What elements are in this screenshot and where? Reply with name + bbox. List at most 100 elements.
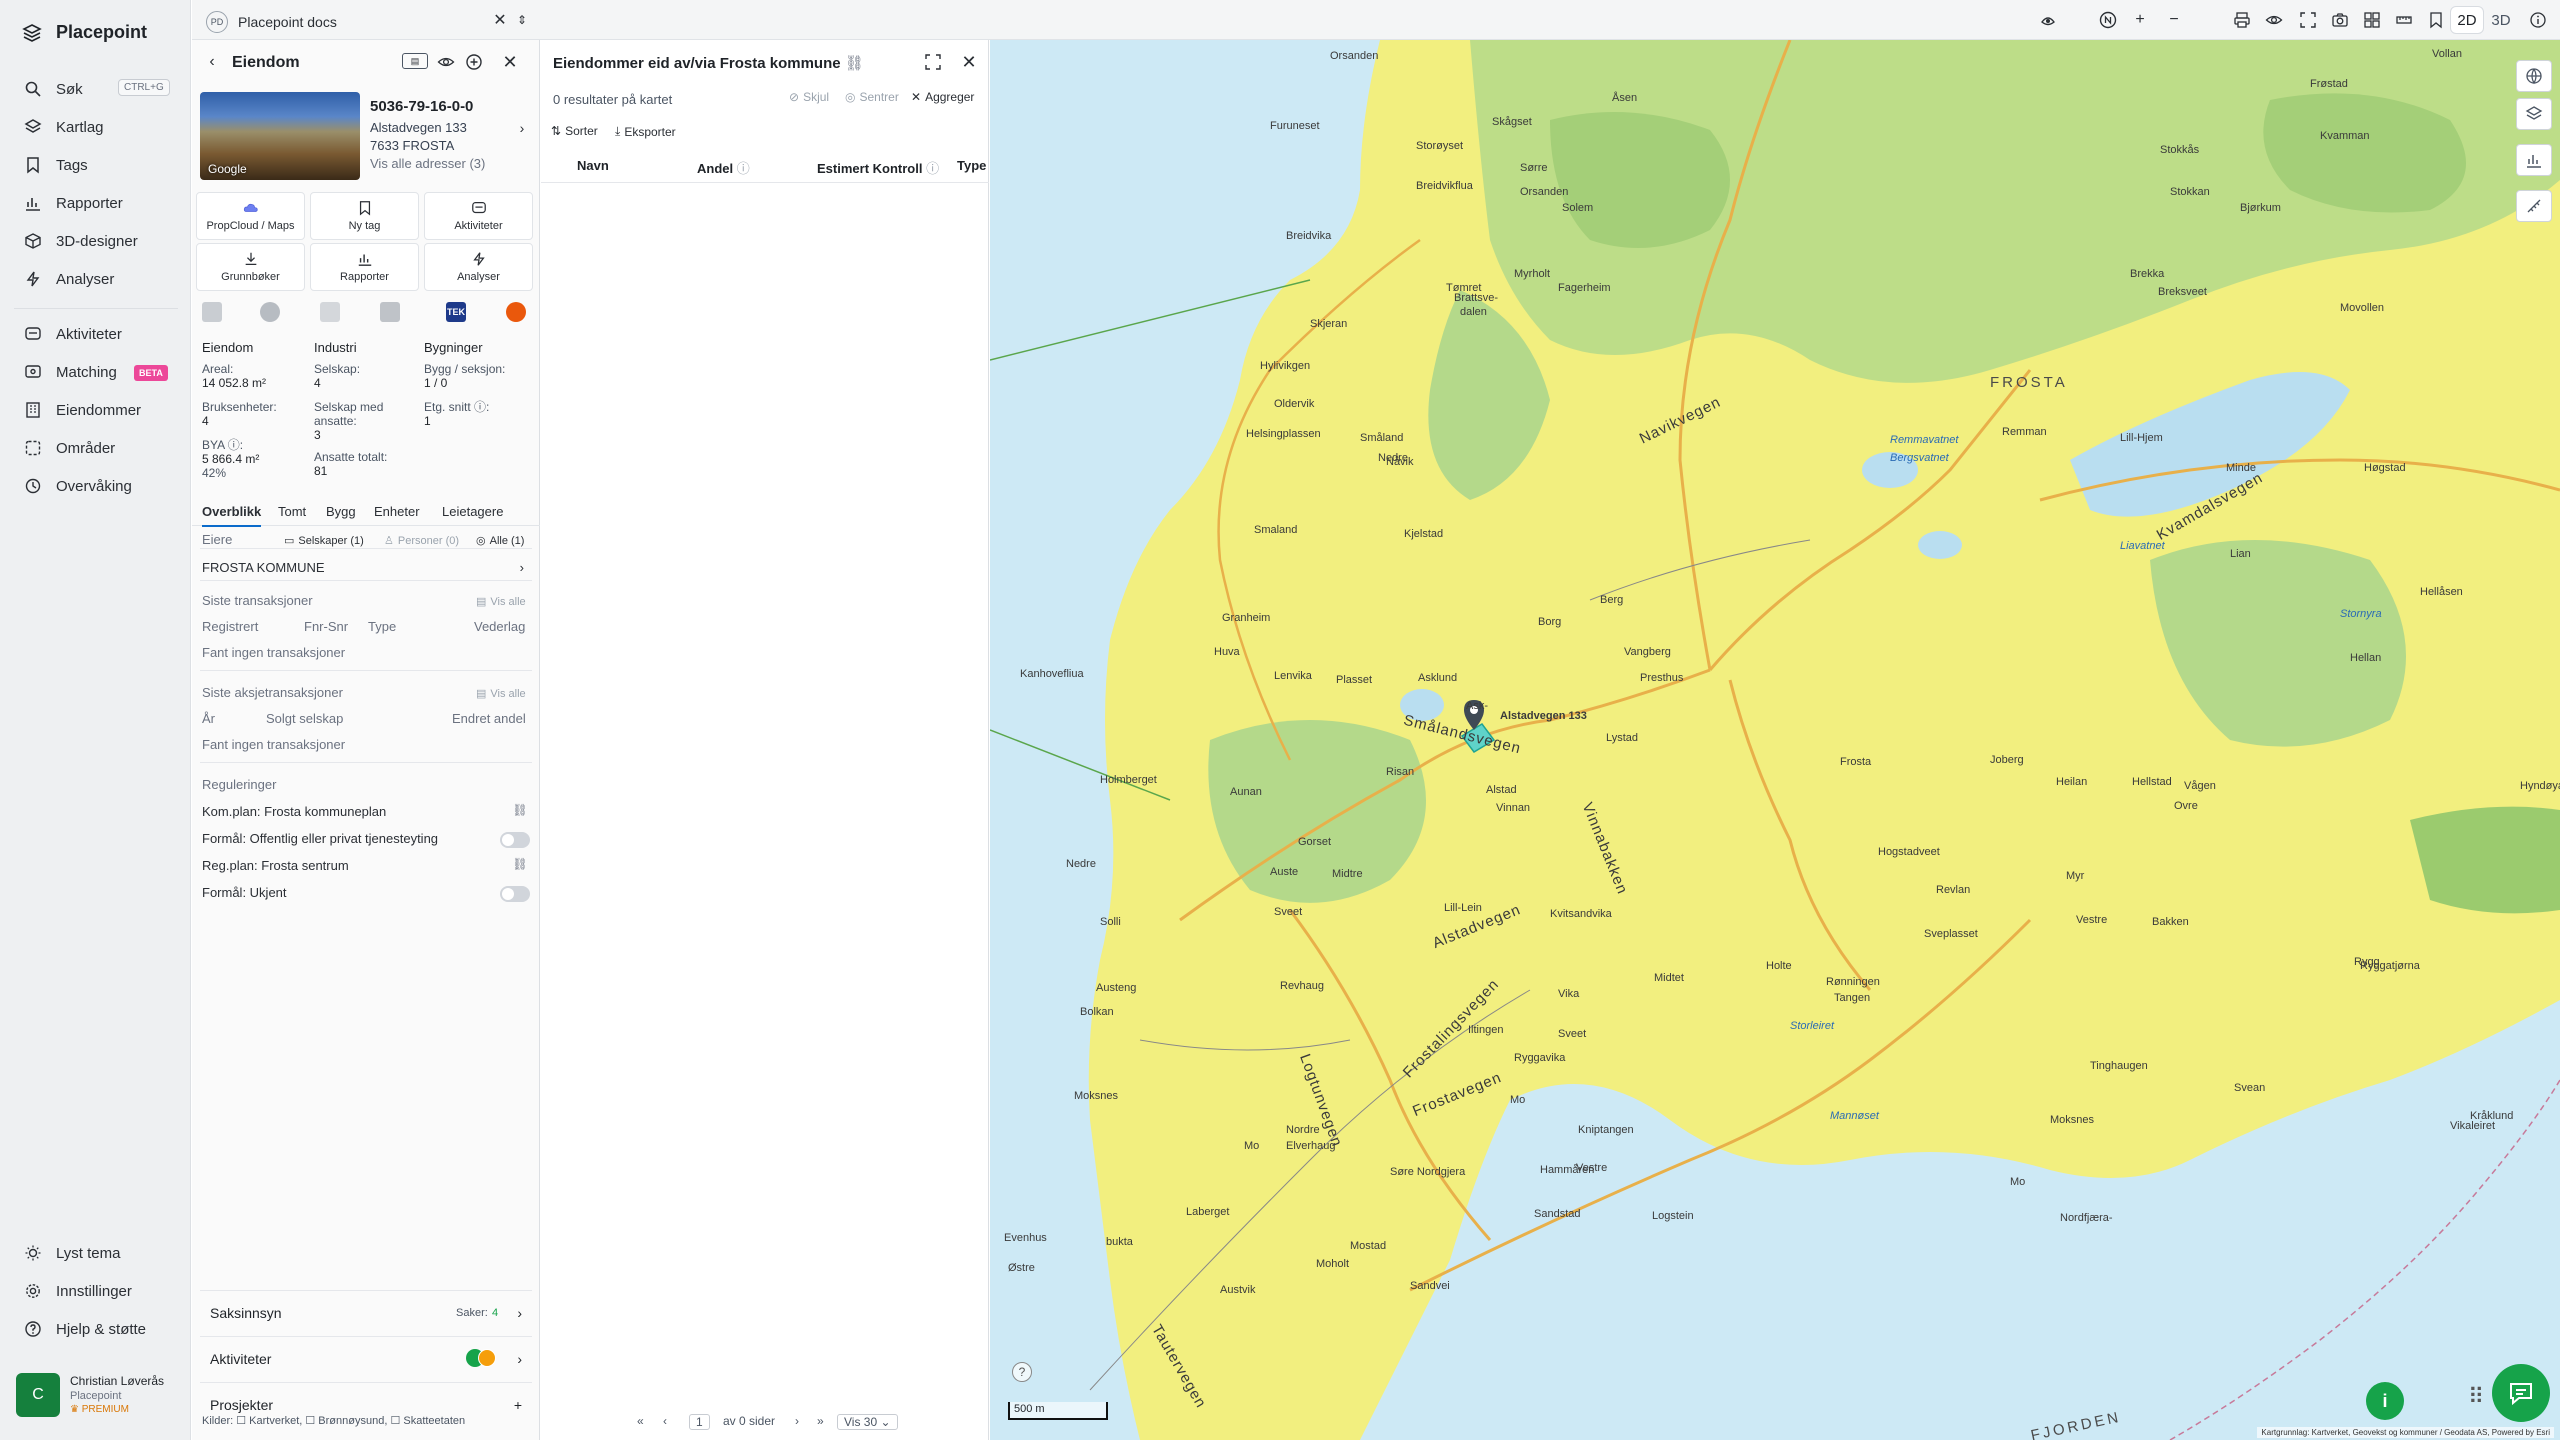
per-page-select[interactable]: Vis 30 ⌄ [837,1414,898,1430]
filter-persons[interactable]: ♙ Personer (0) [384,534,459,548]
sidebar-item-analyser[interactable]: Analyser [24,268,114,290]
sidebar-item-search[interactable]: Søk [24,78,83,100]
layers-toggle-icon[interactable] [2038,10,2058,30]
sort-button[interactable]: ⇅ Sorter [551,124,598,138]
id-card-icon[interactable]: ▤ [402,53,428,69]
tab-enheter[interactable]: Enheter [374,504,420,519]
add-circle-icon[interactable] [464,52,484,72]
grid-icon[interactable] [2362,10,2382,30]
sidebar-item-omrader[interactable]: Områder [24,437,115,459]
col-andel[interactable]: Andel ⓘ [697,158,750,177]
sidebar-item-aktiviteter[interactable]: Aktiviteter [24,323,122,345]
drag-handle-icon[interactable]: ⠿ [2468,1384,2484,1410]
owner-row[interactable]: FROSTA KOMMUNE › [202,560,528,575]
sidebar-item-overvaking[interactable]: Overvåking [24,475,132,497]
tab-bygg[interactable]: Bygg [326,504,356,519]
place-label: Svean [2234,1082,2266,1094]
hide-button[interactable]: ⊘ Skjul [789,90,829,104]
aggregate-button[interactable]: ✕ Aggreger [911,90,974,104]
all-addresses-link[interactable]: Vis alle adresser (3) [370,156,485,171]
compass-icon[interactable] [2098,10,2118,30]
first-page-icon[interactable]: « [637,1414,644,1428]
regulation-toggle[interactable] [500,886,530,902]
place-label: Mostad [1350,1240,1387,1252]
chevron-updown-icon[interactable]: ⇕ [512,10,532,30]
sidebar-item-matching[interactable]: Matching [24,361,117,383]
chat-fab[interactable] [2492,1364,2550,1422]
link-icon[interactable]: ⛓ [510,854,530,874]
chevron-right-icon[interactable]: › [512,118,532,138]
ruler-icon[interactable] [2394,10,2414,30]
tab-tomt[interactable]: Tomt [278,504,306,519]
sidebar-item-eiendommer[interactable]: Eiendommer [24,399,141,421]
sidebar-item-3d-designer[interactable]: 3D-designer [24,230,138,252]
col-type[interactable]: Type [957,158,986,173]
help-icon[interactable]: ? [1012,1362,1032,1382]
app-brand[interactable]: Placepoint [22,22,147,43]
eye-icon[interactable] [2264,10,2284,30]
zoom-out-icon[interactable]: − [2164,10,2184,30]
sidebar-item-tags[interactable]: Tags [24,154,88,176]
reports-button[interactable]: Rapporter [310,243,419,291]
chart-overlay-button[interactable] [2516,144,2552,176]
fullscreen-icon[interactable] [2298,10,2318,30]
basemap-button[interactable] [2516,98,2552,130]
last-page-icon[interactable]: » [817,1414,824,1428]
user-profile[interactable]: C Christian Løverås Placepoint ♛ PREMIUM [16,1370,182,1420]
close-icon[interactable]: ✕ [490,10,510,30]
saksinnsyn-section[interactable]: Saksinnsyn Saker: 4 › [200,1290,532,1334]
analyses-button[interactable]: Analyser [424,243,533,291]
share-tx-see-all[interactable]: ▤ Vis alle [476,687,526,701]
page-input[interactable]: 1 [689,1414,710,1430]
col-registrert: Registrert [202,619,259,634]
close-panel-icon[interactable]: ✕ [959,52,979,72]
info-fab-icon[interactable]: i [2366,1382,2404,1420]
bookmark-map-icon[interactable] [2426,10,2446,30]
print-icon[interactable] [2232,10,2252,30]
col-estimert-kontroll[interactable]: Estimert Kontroll ⓘ [817,158,939,177]
filter-companies[interactable]: ▭ Selskaper (1) [284,534,364,548]
source-icon-1[interactable] [202,302,222,322]
expand-icon[interactable] [923,52,943,72]
view-2d-toggle[interactable]: 2D [2450,6,2484,34]
link-icon[interactable]: ⛓ [510,800,530,820]
sidebar-item-rapporter[interactable]: Rapporter [24,192,123,214]
eye-icon[interactable] [436,52,456,72]
sidebar-item-help[interactable]: Hjelp & støtte [24,1318,146,1340]
tab-overblikk[interactable]: Overblikk [202,504,262,527]
transactions-see-all[interactable]: ▤ Vis alle [476,595,526,609]
source-icon-orange[interactable] [506,302,526,322]
tek-badge[interactable]: TEK [446,302,466,322]
regulation-toggle[interactable] [500,832,530,848]
street-view-photo[interactable]: Google [200,92,360,180]
close-panel-icon[interactable]: ✕ [500,52,520,72]
zoom-in-icon[interactable]: + [2130,10,2150,30]
export-button[interactable]: ⤓ Eksporter [615,124,676,139]
new-tag-button[interactable]: Ny tag [310,192,419,240]
activities-button[interactable]: Aktiviteter [424,192,533,240]
measure-button[interactable] [2516,190,2552,222]
source-icon-4[interactable] [380,302,400,322]
prev-page-icon[interactable]: ‹ [663,1414,667,1428]
col-navn[interactable]: Navn [577,158,609,173]
center-button[interactable]: ◎ Sentrer [845,90,899,104]
activities-section[interactable]: Aktiviteter › [200,1336,532,1380]
back-icon[interactable]: ‹ [202,52,222,72]
land-registry-button[interactable]: Grunnbøker [196,243,305,291]
view-3d-toggle[interactable]: 3D [2484,6,2518,34]
source-icon-2[interactable] [260,302,280,322]
link-icon[interactable]: ⛓ [845,55,864,72]
map-layer-button[interactable] [2516,60,2552,92]
document-tab[interactable]: PD Placepoint docs [206,8,511,36]
filter-all[interactable]: ◎ Alle (1) [476,534,524,548]
info-icon[interactable] [2528,10,2548,30]
camera-icon[interactable] [2330,10,2350,30]
next-page-icon[interactable]: › [795,1414,799,1428]
sidebar-item-kartlag[interactable]: Kartlag [24,116,104,138]
map-canvas[interactable]: Alstadvegen 133 Orsanden Frøstad Furunes… [990,40,2560,1440]
propcloud-button[interactable]: PropCloud / Maps [196,192,305,240]
source-icon-3[interactable] [320,302,340,322]
tab-leietagere[interactable]: Leietagere [442,504,503,519]
sidebar-item-settings[interactable]: Innstillinger [24,1280,132,1302]
sidebar-item-theme[interactable]: Lyst tema [24,1242,120,1264]
